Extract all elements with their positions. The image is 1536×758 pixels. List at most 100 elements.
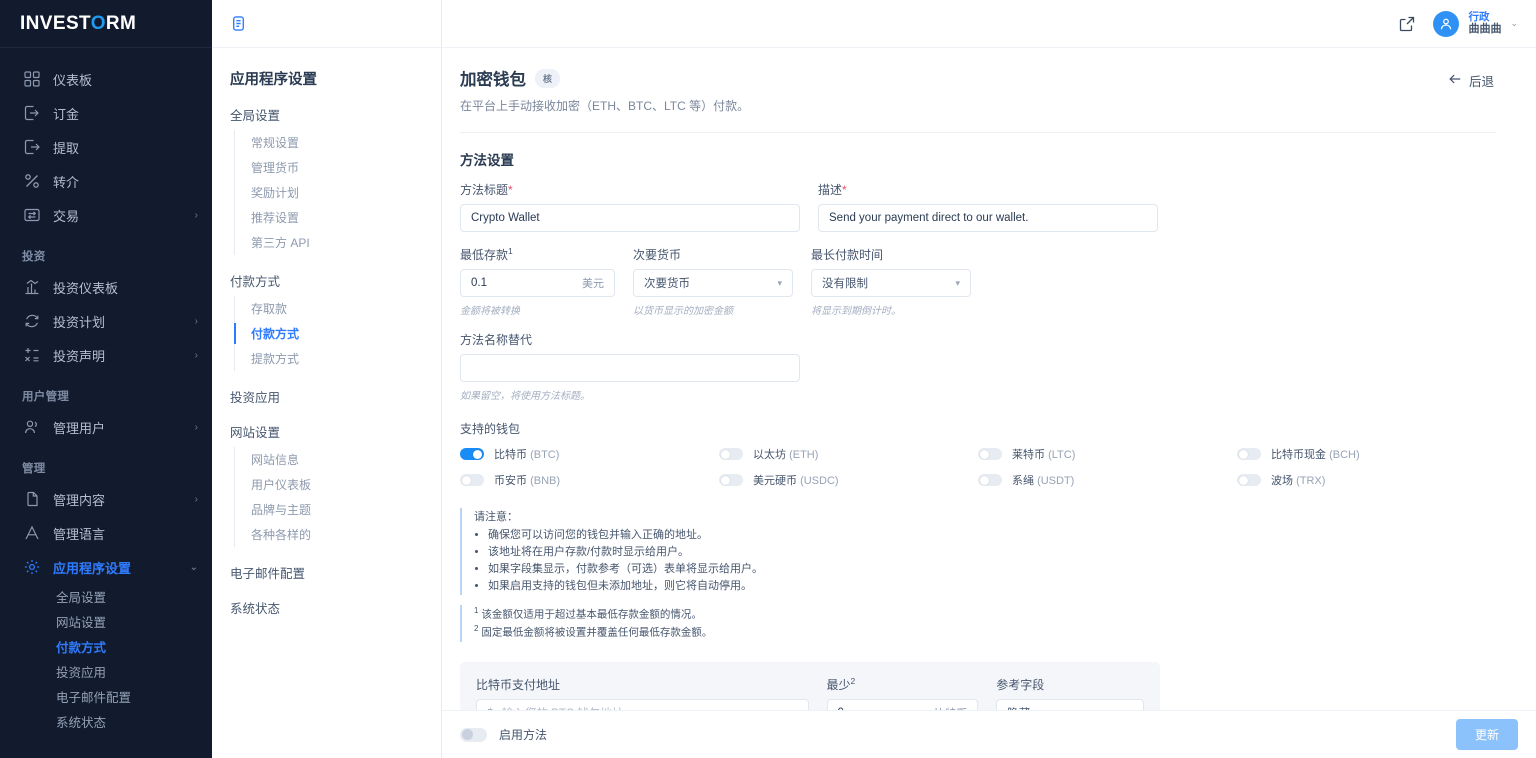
sidebar-subitem-email-config[interactable]: 电子邮件配置 (0, 684, 212, 709)
sidebar-item-dashboard[interactable]: 仪表板 (0, 62, 212, 96)
toggle-switch[interactable] (978, 448, 1002, 460)
toggle-switch[interactable] (1237, 474, 1261, 486)
wallet-label: 以太坊 (ETH) (753, 446, 818, 462)
label-method-title: 方法标题* (460, 181, 800, 198)
sidebar-item-manage-users[interactable]: 管理用户 › (0, 410, 212, 444)
settings-child-third-party-api[interactable]: 第三方 API (235, 230, 423, 255)
settings-child-payment-methods[interactable]: 付款方式 (235, 321, 423, 346)
sidebar-label: 投资计划 (53, 312, 195, 331)
settings-children-site: 网站信息 用户仪表板 品牌与主题 各种各样的 (234, 447, 423, 547)
toggle-switch[interactable] (460, 474, 484, 486)
required-mark: * (508, 183, 513, 197)
percent-icon (22, 172, 41, 191)
sidebar-subitem-system-status[interactable]: 系统状态 (0, 709, 212, 734)
settings-group-invest-app[interactable]: 投资应用 (230, 387, 423, 406)
sidebar-item-deposit[interactable]: 订金 (0, 96, 212, 130)
sidebar-subitem-site-settings[interactable]: 网站设置 (0, 609, 212, 634)
page-title-row: 加密钱包 核 (460, 66, 749, 90)
toggle-switch[interactable] (1237, 448, 1261, 460)
chevron-right-icon: › (195, 210, 198, 221)
dashboard-icon (22, 70, 41, 89)
secondary-currency-value: 次要货币 (644, 275, 690, 291)
settings-child-misc[interactable]: 各种各样的 (235, 522, 423, 547)
wallet-toggle-bnb[interactable]: 币安币 (BNB) (460, 472, 719, 488)
update-button[interactable]: 更新 (1456, 719, 1518, 750)
settings-group-global[interactable]: 全局设置 (230, 105, 423, 124)
supported-wallets-title: 支持的钱包 (460, 420, 1496, 437)
notice-item: 如果启用支持的钱包但未添加地址，则它将自动停用。 (488, 578, 1496, 595)
sidebar-item-manage-language[interactable]: 管理语言 (0, 516, 212, 550)
toggle-switch[interactable] (719, 448, 743, 460)
method-alias-input[interactable] (460, 354, 800, 382)
settings-child-currencies[interactable]: 管理货币 (235, 155, 423, 180)
settings-child-reward-plan[interactable]: 奖励计划 (235, 180, 423, 205)
settings-group-site[interactable]: 网站设置 (230, 422, 423, 441)
sidebar-label: 投资声明 (53, 346, 195, 365)
sidebar-item-transactions[interactable]: 交易 › (0, 198, 212, 232)
clipboard-icon[interactable] (230, 15, 247, 32)
settings-child-general[interactable]: 常规设置 (235, 130, 423, 155)
sidebar-label: 仪表板 (53, 70, 198, 89)
status-badge: 核 (535, 69, 560, 88)
gear-icon (22, 558, 41, 577)
sidebar-item-app-settings[interactable]: 应用程序设置 ⌄ (0, 550, 212, 584)
settings-child-brand-theme[interactable]: 品牌与主题 (235, 497, 423, 522)
arrow-left-icon (1448, 72, 1462, 89)
settings-child-referral[interactable]: 推荐设置 (235, 205, 423, 230)
wallet-label: 波场 (TRX) (1271, 472, 1325, 488)
settings-panel-header (212, 0, 441, 48)
wallet-ticker: (LTC) (1048, 449, 1075, 461)
footnote-marker: 2 (474, 624, 478, 633)
brand-logo[interactable]: INVESTORM (0, 0, 212, 48)
description-input[interactable]: Send your payment direct to our wallet. (818, 204, 1158, 232)
method-title-input[interactable]: Crypto Wallet (460, 204, 800, 232)
sidebar-label: 转介 (53, 172, 198, 191)
sidebar-item-referral[interactable]: 转介 (0, 164, 212, 198)
footnote-text: 该金额仅适用于超过基本最低存款金额的情况。 (481, 609, 702, 621)
sidebar-item-invest-plan[interactable]: 投资计划 › (0, 304, 212, 338)
wallet-name: 波场 (1271, 475, 1293, 487)
chevron-right-icon: › (195, 316, 198, 327)
brand-o: O (91, 13, 106, 34)
external-link-icon[interactable] (1399, 16, 1415, 32)
wallet-toggle-usdc[interactable]: 美元硬币 (USDC) (719, 472, 978, 488)
sidebar-item-invest-statement[interactable]: 投资声明 › (0, 338, 212, 372)
sidebar-subitem-payment-methods[interactable]: 付款方式 (0, 634, 212, 659)
wallet-toggle-eth[interactable]: 以太坊 (ETH) (719, 446, 978, 462)
toggle-switch[interactable] (460, 728, 487, 742)
chevron-down-icon: ▾ (955, 278, 960, 289)
sidebar-subitem-global-settings[interactable]: 全局设置 (0, 584, 212, 609)
settings-child-site-info[interactable]: 网站信息 (235, 447, 423, 472)
settings-group-system-status[interactable]: 系统状态 (230, 598, 423, 617)
wallet-toggle-bch[interactable]: 比特币现金 (BCH) (1237, 446, 1496, 462)
sidebar-item-withdraw[interactable]: 提取 (0, 130, 212, 164)
max-payment-time-select[interactable]: 没有限制▾ (811, 269, 971, 297)
toggle-switch[interactable] (978, 474, 1002, 486)
min-deposit-input[interactable]: 0.1美元 (460, 269, 615, 297)
sidebar-item-manage-content[interactable]: 管理内容 › (0, 482, 212, 516)
enable-method-toggle[interactable]: 启用方法 (460, 726, 547, 743)
settings-panel-title: 应用程序设置 (230, 68, 423, 89)
label-btc-minimum: 最少2 (827, 676, 979, 693)
bottom-action-bar: 启用方法 更新 (442, 710, 1536, 758)
wallet-toggle-trx[interactable]: 波场 (TRX) (1237, 472, 1496, 488)
settings-child-user-dashboard[interactable]: 用户仪表板 (235, 472, 423, 497)
wallet-toggle-usdt[interactable]: 系绳 (USDT) (978, 472, 1237, 488)
wallet-toggle-btc[interactable]: 比特币 (BTC) (460, 446, 719, 462)
toggle-switch[interactable] (719, 474, 743, 486)
back-button[interactable]: 后退 (1448, 66, 1494, 90)
sidebar-item-invest-dashboard[interactable]: 投资仪表板 (0, 270, 212, 304)
user-menu[interactable]: 行政 曲曲曲 ⌄ (1433, 11, 1518, 37)
wallet-name: 美元硬币 (753, 475, 797, 487)
main-area: 行政 曲曲曲 ⌄ 加密钱包 核 在平台上手动接收加密（ETH、BTC、LTC 等… (442, 0, 1536, 758)
secondary-currency-select[interactable]: 次要货币▾ (633, 269, 793, 297)
back-label: 后退 (1469, 71, 1494, 90)
settings-child-withdraw-methods[interactable]: 提款方式 (235, 346, 423, 371)
wallet-toggle-ltc[interactable]: 莱特币 (LTC) (978, 446, 1237, 462)
brand-suffix: RM (106, 13, 136, 34)
settings-child-deposit-withdraw[interactable]: 存取款 (235, 296, 423, 321)
sidebar-subitem-invest-app[interactable]: 投资应用 (0, 659, 212, 684)
toggle-switch[interactable] (460, 448, 484, 460)
settings-group-payment[interactable]: 付款方式 (230, 271, 423, 290)
settings-group-email-config[interactable]: 电子邮件配置 (230, 563, 423, 582)
